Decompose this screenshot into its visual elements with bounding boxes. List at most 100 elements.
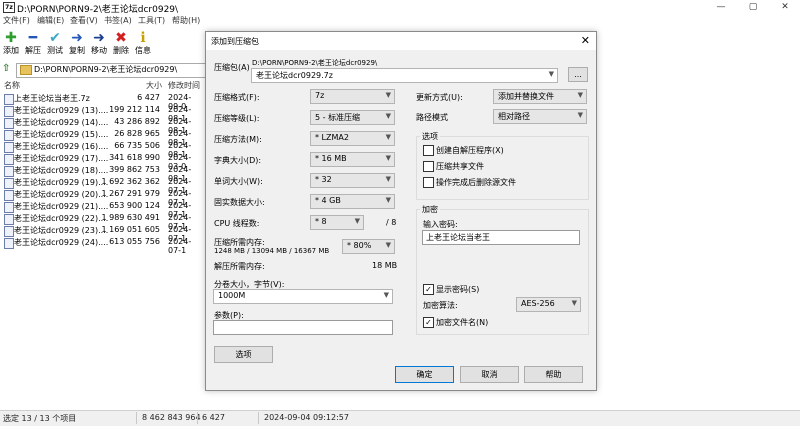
- file-name: 老王论坛dcr0929 (19)....: [14, 178, 109, 187]
- archive-file-icon: [4, 94, 14, 105]
- file-row[interactable]: 老王论坛dcr0929 (23).... 1 169 051 605 2024-07…: [0, 225, 200, 243]
- menu-tools[interactable]: 工具(T): [138, 15, 165, 26]
- params-input[interactable]: [213, 320, 393, 335]
- toolbar-label: 解压: [25, 46, 41, 55]
- chevron-down-icon: ▼: [571, 299, 577, 307]
- split-size-combo[interactable]: 1000M ▼: [213, 289, 393, 304]
- dictionary-select[interactable]: * 16 MB ▼: [310, 152, 395, 167]
- memory-percent-select[interactable]: * 80% ▼: [342, 239, 395, 254]
- chevron-down-icon: ▼: [548, 70, 554, 78]
- file-row[interactable]: 上老王论坛当老王.7z 6 427 2024-09-0: [0, 93, 200, 111]
- menu-bookmarks[interactable]: 书签(A): [104, 15, 132, 26]
- format-select[interactable]: 7z ▼: [310, 89, 395, 104]
- level-select[interactable]: 5 - 标准压缩 ▼: [310, 110, 395, 125]
- file-modified: 2024-07-1: [168, 237, 192, 255]
- file-row[interactable]: 老王论坛dcr0929 (16).... 66 735 506 2024-08-1: [0, 141, 200, 159]
- file-row[interactable]: 老王论坛dcr0929 (21).... 653 900 124 2024-07-1: [0, 201, 200, 219]
- check-icon: ✔: [49, 30, 61, 46]
- file-size: 341 618 990: [109, 153, 160, 162]
- menu-help[interactable]: 帮助(H): [172, 15, 200, 26]
- menu-file[interactable]: 文件(F): [3, 15, 30, 26]
- file-name: 老王论坛dcr0929 (22)....: [14, 214, 109, 223]
- file-size: 43 286 892: [114, 117, 160, 126]
- archive-name-combo[interactable]: 老王论坛dcr0929.7z ▼: [251, 68, 558, 83]
- memory-percent-value: * 80%: [347, 241, 372, 250]
- decompress-memory-label: 解压所需内存:: [214, 262, 265, 271]
- plus-icon: ✚: [5, 30, 17, 46]
- help-button[interactable]: 帮助: [524, 366, 583, 383]
- sfx-checkbox[interactable]: [423, 145, 434, 156]
- threads-select[interactable]: * 8 ▼: [310, 215, 364, 230]
- browse-button[interactable]: ...: [568, 67, 588, 82]
- update-mode-select[interactable]: 添加并替换文件 ▼: [493, 89, 587, 104]
- ok-button[interactable]: 确定: [395, 366, 454, 383]
- word-size-select[interactable]: * 32 ▼: [310, 173, 395, 188]
- toolbar-button-3[interactable]: ➜ 复制: [66, 28, 88, 62]
- file-name: 老王论坛dcr0929 (21)....: [14, 202, 109, 211]
- image-file-icon: [4, 130, 14, 141]
- level-value: 5 - 标准压缩: [315, 113, 361, 122]
- threads-label: CPU 线程数:: [214, 219, 260, 228]
- toolbar-button-2[interactable]: ✔ 测试: [44, 28, 66, 62]
- column-modified[interactable]: 修改时间: [168, 80, 200, 91]
- threads-total: / 8: [386, 218, 397, 227]
- file-row[interactable]: 老王论坛dcr0929 (15).... 26 828 965 2024-08-1: [0, 129, 200, 147]
- file-row[interactable]: 老王论坛dcr0929 (18).... 399 862 753 2024-08-1: [0, 165, 200, 183]
- file-row[interactable]: 老王论坛dcr0929 (14).... 43 286 892 2024-08-1: [0, 117, 200, 135]
- dialog-title-bar: 添加到压缩包 ✕: [206, 32, 596, 50]
- column-size[interactable]: 大小: [146, 80, 162, 91]
- maximize-button[interactable]: ▢: [738, 0, 768, 14]
- method-select[interactable]: * LZMA2 ▼: [310, 131, 395, 146]
- toolbar-label: 信息: [135, 46, 151, 55]
- info-icon: ℹ: [140, 30, 146, 46]
- options-button[interactable]: 选项: [214, 346, 273, 363]
- path-mode-select[interactable]: 相对路径 ▼: [493, 109, 587, 124]
- column-name[interactable]: 名称: [4, 80, 20, 91]
- archive-name-value: 老王论坛dcr0929.7z: [256, 71, 333, 80]
- word-size-value: * 32: [315, 175, 332, 184]
- toolbar-label: 删除: [113, 46, 129, 55]
- file-row[interactable]: 老王论坛dcr0929 (24).... 613 055 756 2024-07-1: [0, 237, 200, 255]
- toolbar-button-5[interactable]: ✖ 删除: [110, 28, 132, 62]
- solid-block-label: 固实数据大小:: [214, 198, 265, 207]
- encryption-method-select[interactable]: AES-256 ▼: [516, 297, 581, 312]
- solid-block-select[interactable]: * 4 GB ▼: [310, 194, 395, 209]
- file-row[interactable]: 老王论坛dcr0929 (13).... 199 212 114 2024-08-1: [0, 105, 200, 123]
- minimize-button[interactable]: —: [706, 0, 736, 14]
- file-row[interactable]: 老王论坛dcr0929 (17).... 341 618 990 2024-03-0: [0, 153, 200, 171]
- password-value: 上老王论坛当老王: [426, 233, 490, 242]
- toolbar-button-0[interactable]: ✚ 添加: [0, 28, 22, 62]
- delete-after-checkbox[interactable]: [423, 177, 434, 188]
- shared-files-checkbox[interactable]: [423, 161, 434, 172]
- status-total-size: 8 462 843 964: [142, 413, 201, 422]
- cancel-button[interactable]: 取消: [460, 366, 519, 383]
- show-password-checkbox[interactable]: ✓: [423, 284, 434, 295]
- file-row[interactable]: 老王论坛dcr0929 (19).... 1 692 362 362 2024-07…: [0, 177, 200, 195]
- encrypt-names-checkbox[interactable]: ✓: [423, 317, 434, 328]
- toolbar-button-4[interactable]: ➜ 移动: [88, 28, 110, 62]
- file-size: 26 828 965: [114, 129, 160, 138]
- image-file-icon: [4, 202, 14, 213]
- menu-edit[interactable]: 编辑(E): [37, 15, 64, 26]
- toolbar-label: 复制: [69, 46, 85, 55]
- file-row[interactable]: 老王论坛dcr0929 (20).... 1 267 291 979 2024-07…: [0, 189, 200, 207]
- chevron-down-icon: ▼: [385, 91, 391, 99]
- up-folder-icon[interactable]: ⇧: [2, 63, 14, 75]
- menu-view[interactable]: 查看(V): [70, 15, 98, 26]
- file-row[interactable]: 老王论坛dcr0929 (22).... 1 989 630 491 2024-07…: [0, 213, 200, 231]
- solid-block-value: * 4 GB: [315, 196, 341, 205]
- toolbar-button-6[interactable]: ℹ 信息: [132, 28, 154, 62]
- password-input[interactable]: 上老王论坛当老王: [422, 230, 580, 245]
- shared-files-label: 压缩共享文件: [436, 162, 484, 171]
- chevron-down-icon: ▼: [385, 241, 391, 249]
- close-button[interactable]: ✕: [770, 0, 800, 14]
- dialog-close-icon[interactable]: ✕: [581, 34, 590, 47]
- archive-label: 压缩包(A): [214, 63, 250, 72]
- file-size: 1 169 051 605: [101, 225, 160, 234]
- toolbar-button-1[interactable]: ━ 解压: [22, 28, 44, 62]
- path-mode-value: 相对路径: [498, 112, 530, 121]
- file-name: 上老王论坛当老王.7z: [14, 94, 90, 103]
- chevron-down-icon: ▼: [385, 154, 391, 162]
- title-bar: 7z D:\PORN\PORN9-2\老王论坛dcr0929\ — ▢ ✕: [0, 0, 800, 15]
- file-size: 653 900 124: [109, 201, 160, 210]
